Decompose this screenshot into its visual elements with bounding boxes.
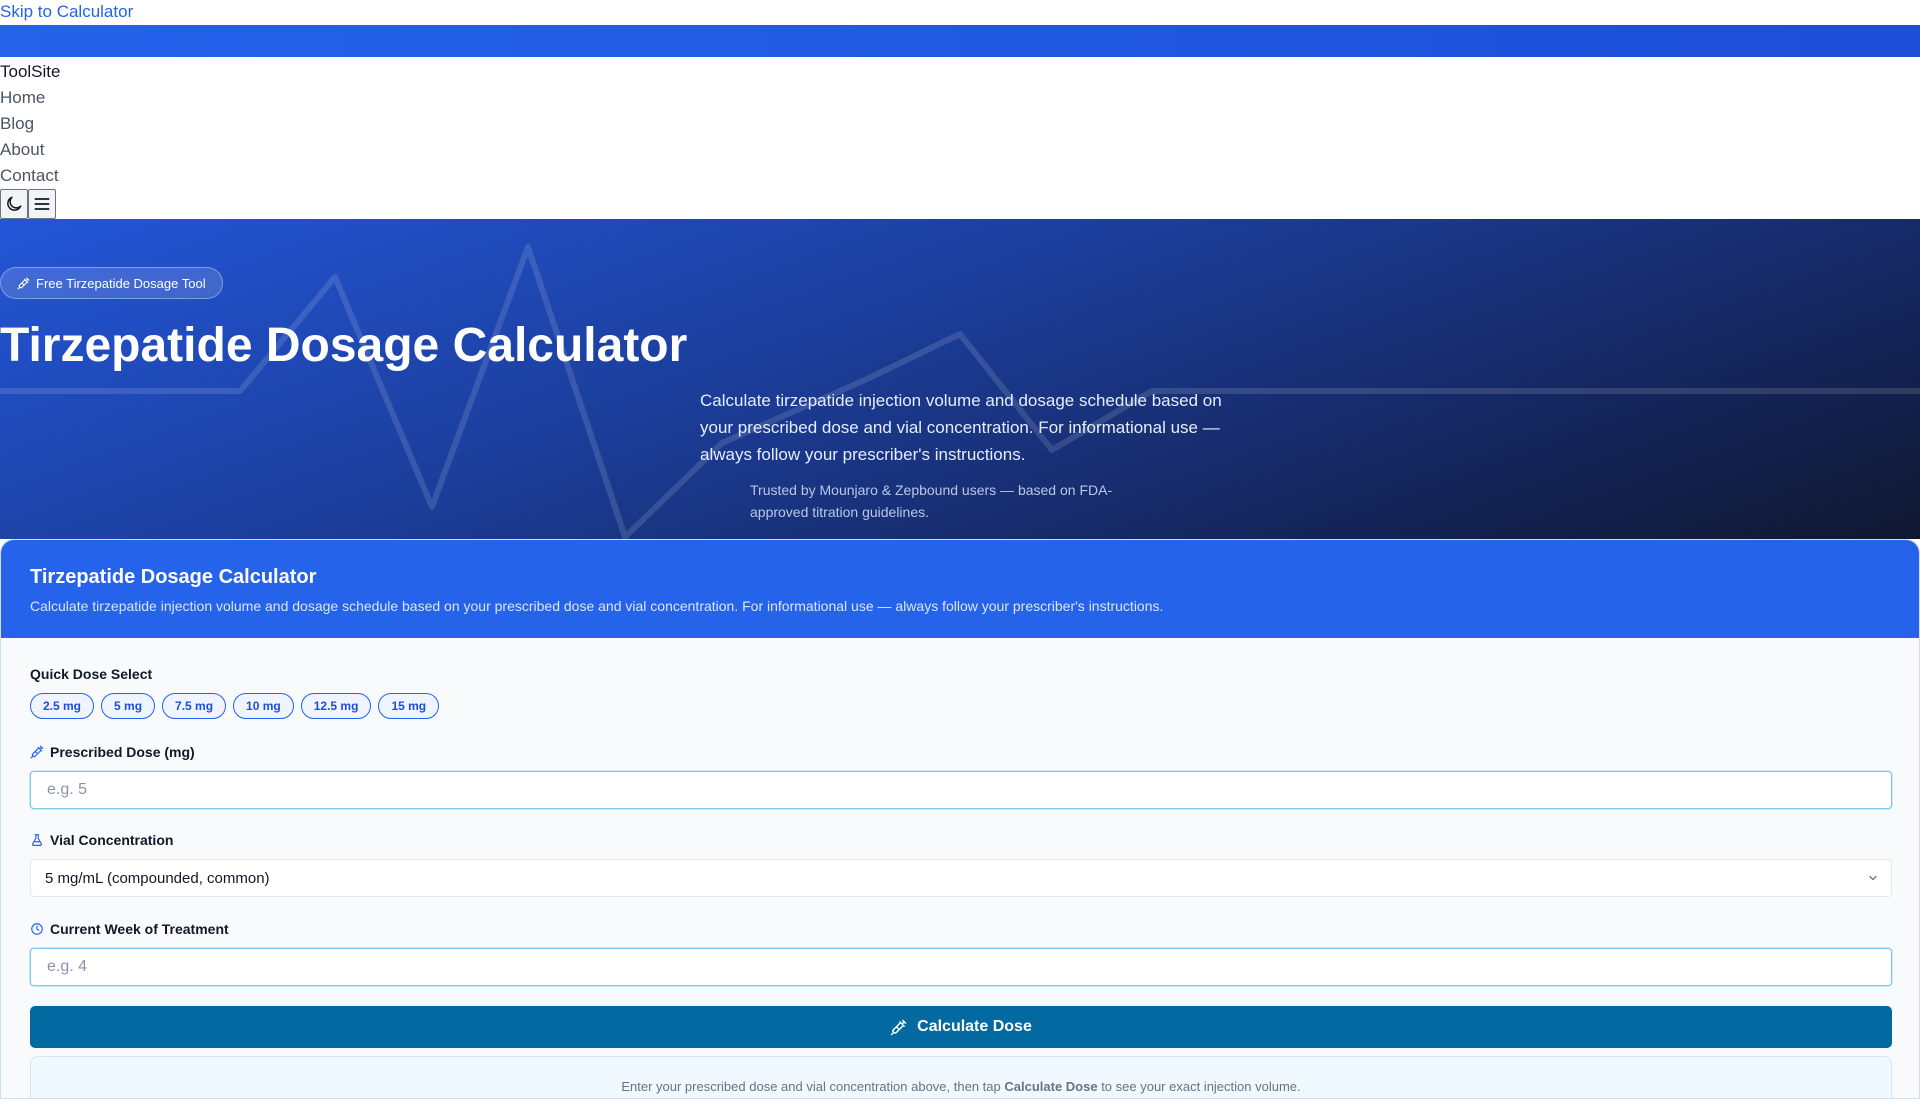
skip-to-calculator-link[interactable]: Skip to Calculator	[0, 0, 1920, 25]
nav-link-about[interactable]: About	[0, 137, 1920, 163]
quick-dose-15-button[interactable]: 15 mg	[378, 693, 440, 719]
quick-dose-12-5-button[interactable]: 12.5 mg	[300, 693, 372, 719]
menu-toggle-button[interactable]	[28, 189, 56, 219]
menu-icon	[34, 198, 50, 210]
hero-trust-note: Trusted by Mounjaro & Zepbound users — b…	[750, 482, 1113, 520]
syringe-icon	[30, 745, 44, 759]
treatment-week-label-text: Current Week of Treatment	[50, 921, 229, 937]
nav-buttons	[0, 189, 1920, 221]
prescribed-dose-label: Prescribed Dose (mg)	[30, 742, 1890, 762]
clock-icon	[31, 923, 43, 935]
site-logo[interactable]: ToolSite	[0, 59, 1920, 85]
calculator-card: Tirzepatide Dosage Calculator Calculate …	[0, 539, 1920, 1099]
nav-link-blog[interactable]: Blog	[0, 111, 1920, 137]
flask-icon	[31, 834, 43, 846]
treatment-week-label: Current Week of Treatment	[30, 919, 1890, 939]
calculator-form: Quick Dose Select 2.5 mg 5 mg 7.5 mg 10 …	[1, 638, 1919, 1098]
result-hint-suffix: to see your exact injection volume.	[1097, 1079, 1301, 1094]
calculate-dose-button[interactable]: Calculate Dose	[30, 1006, 1892, 1048]
calculator-description: Calculate tirzepatide injection volume a…	[30, 598, 1164, 614]
top-accent-bar	[0, 25, 1920, 57]
syringe-icon	[17, 277, 30, 289]
vial-concentration-label: Vial Concentration	[30, 830, 1890, 850]
hero-badge: Free Tirzepatide Dosage Tool	[0, 267, 223, 299]
quick-dose-10-button[interactable]: 10 mg	[233, 693, 294, 719]
treatment-week-input[interactable]	[30, 948, 1892, 986]
hero-description: Calculate tirzepatide injection volume a…	[700, 391, 1222, 464]
syringe-icon	[890, 1019, 907, 1035]
theme-toggle-button[interactable]	[0, 189, 28, 219]
calculator-title: Tirzepatide Dosage Calculator	[30, 566, 317, 588]
result-hint-prefix: Enter your prescribed dose and vial conc…	[621, 1079, 1005, 1094]
result-hint-bold: Calculate Dose	[1004, 1079, 1098, 1094]
calculator-header: Tirzepatide Dosage Calculator Calculate …	[1, 540, 1919, 638]
chevron-down-icon	[1869, 875, 1877, 881]
quick-dose-2-5-button[interactable]: 2.5 mg	[30, 693, 95, 719]
quick-dose-5-button[interactable]: 5 mg	[101, 693, 156, 719]
vial-concentration-label-text: Vial Concentration	[50, 832, 174, 848]
nav-link-home[interactable]: Home	[0, 85, 1920, 111]
moon-icon	[7, 196, 22, 211]
nav-link-contact[interactable]: Contact	[0, 163, 1920, 189]
result-placeholder: Enter your prescribed dose and vial conc…	[30, 1056, 1892, 1098]
calculate-dose-button-label: Calculate Dose	[917, 1018, 1032, 1035]
hero-section: Free Tirzepatide Dosage Tool Tirzepatide…	[0, 219, 1920, 539]
vial-concentration-select[interactable]: 5 mg/mL (compounded, common)	[30, 859, 1892, 897]
site-nav: ToolSite Home Blog About Contact	[0, 57, 1920, 219]
vial-concentration-value: 5 mg/mL (compounded, common)	[45, 869, 270, 887]
quick-dose-chips: 2.5 mg 5 mg 7.5 mg 10 mg 12.5 mg 15 mg	[30, 693, 1890, 719]
prescribed-dose-label-text: Prescribed Dose (mg)	[50, 744, 195, 760]
quick-dose-label: Quick Dose Select	[30, 664, 1890, 684]
prescribed-dose-input[interactable]	[30, 771, 1892, 809]
quick-dose-7-5-button[interactable]: 7.5 mg	[162, 693, 227, 719]
hero-title: Tirzepatide Dosage Calculator	[0, 319, 688, 372]
hero-badge-text: Free Tirzepatide Dosage Tool	[36, 275, 206, 291]
quick-dose-label-text: Quick Dose Select	[30, 666, 153, 682]
